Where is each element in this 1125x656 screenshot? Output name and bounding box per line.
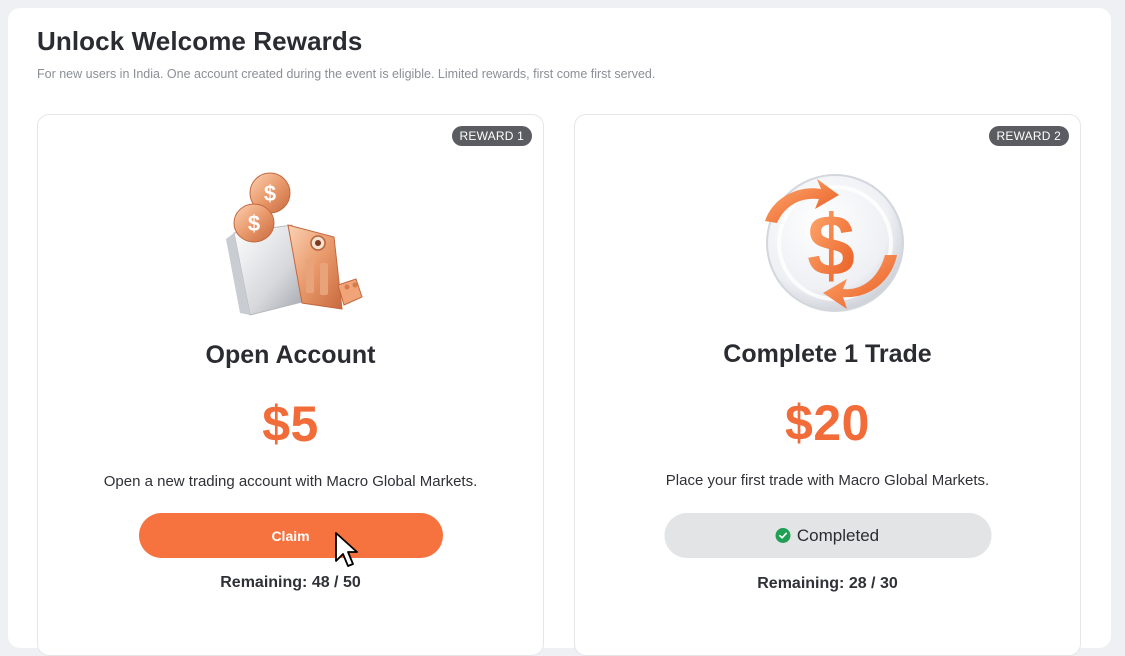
reward-card-complete-trade: REWARD 2 $ Complete 1 Trade $20 Place yo…: [574, 114, 1081, 656]
reward-title: Complete 1 Trade: [723, 340, 932, 368]
safe-with-coins-icon: $ $: [225, 172, 363, 316]
svg-text:$: $: [263, 181, 275, 206]
completed-label: Completed: [796, 525, 880, 545]
page-subtitle: For new users in India. One account crea…: [37, 67, 656, 81]
mouse-cursor-icon: [335, 532, 358, 567]
reward-amount: $5: [262, 396, 319, 452]
reward-badge: REWARD 2: [988, 126, 1069, 146]
reward-description: Place your first trade with Macro Global…: [665, 472, 990, 489]
reward-amount: $20: [785, 395, 870, 451]
remaining-count: Remaining: 28 / 30: [757, 575, 898, 592]
reward-title: Open Account: [205, 341, 376, 369]
claim-button-label: Claim: [271, 527, 310, 544]
check-circle-icon: [775, 528, 791, 543]
svg-text:$: $: [807, 198, 855, 294]
reward-card-open-account: REWARD 1 $ $ Open Account $5 Open a new …: [37, 114, 544, 656]
remaining-count: Remaining: 48 / 50: [220, 574, 361, 591]
reward-description: Open a new trading account with Macro Gl…: [103, 473, 478, 490]
claim-button[interactable]: Claim: [138, 513, 443, 558]
page-title: Unlock Welcome Rewards: [37, 26, 363, 56]
reward-badge: REWARD 1: [451, 126, 532, 146]
completed-status-button: Completed: [664, 513, 991, 558]
dollar-coin-cycle-icon: $: [764, 174, 904, 312]
svg-text:$: $: [247, 211, 259, 236]
